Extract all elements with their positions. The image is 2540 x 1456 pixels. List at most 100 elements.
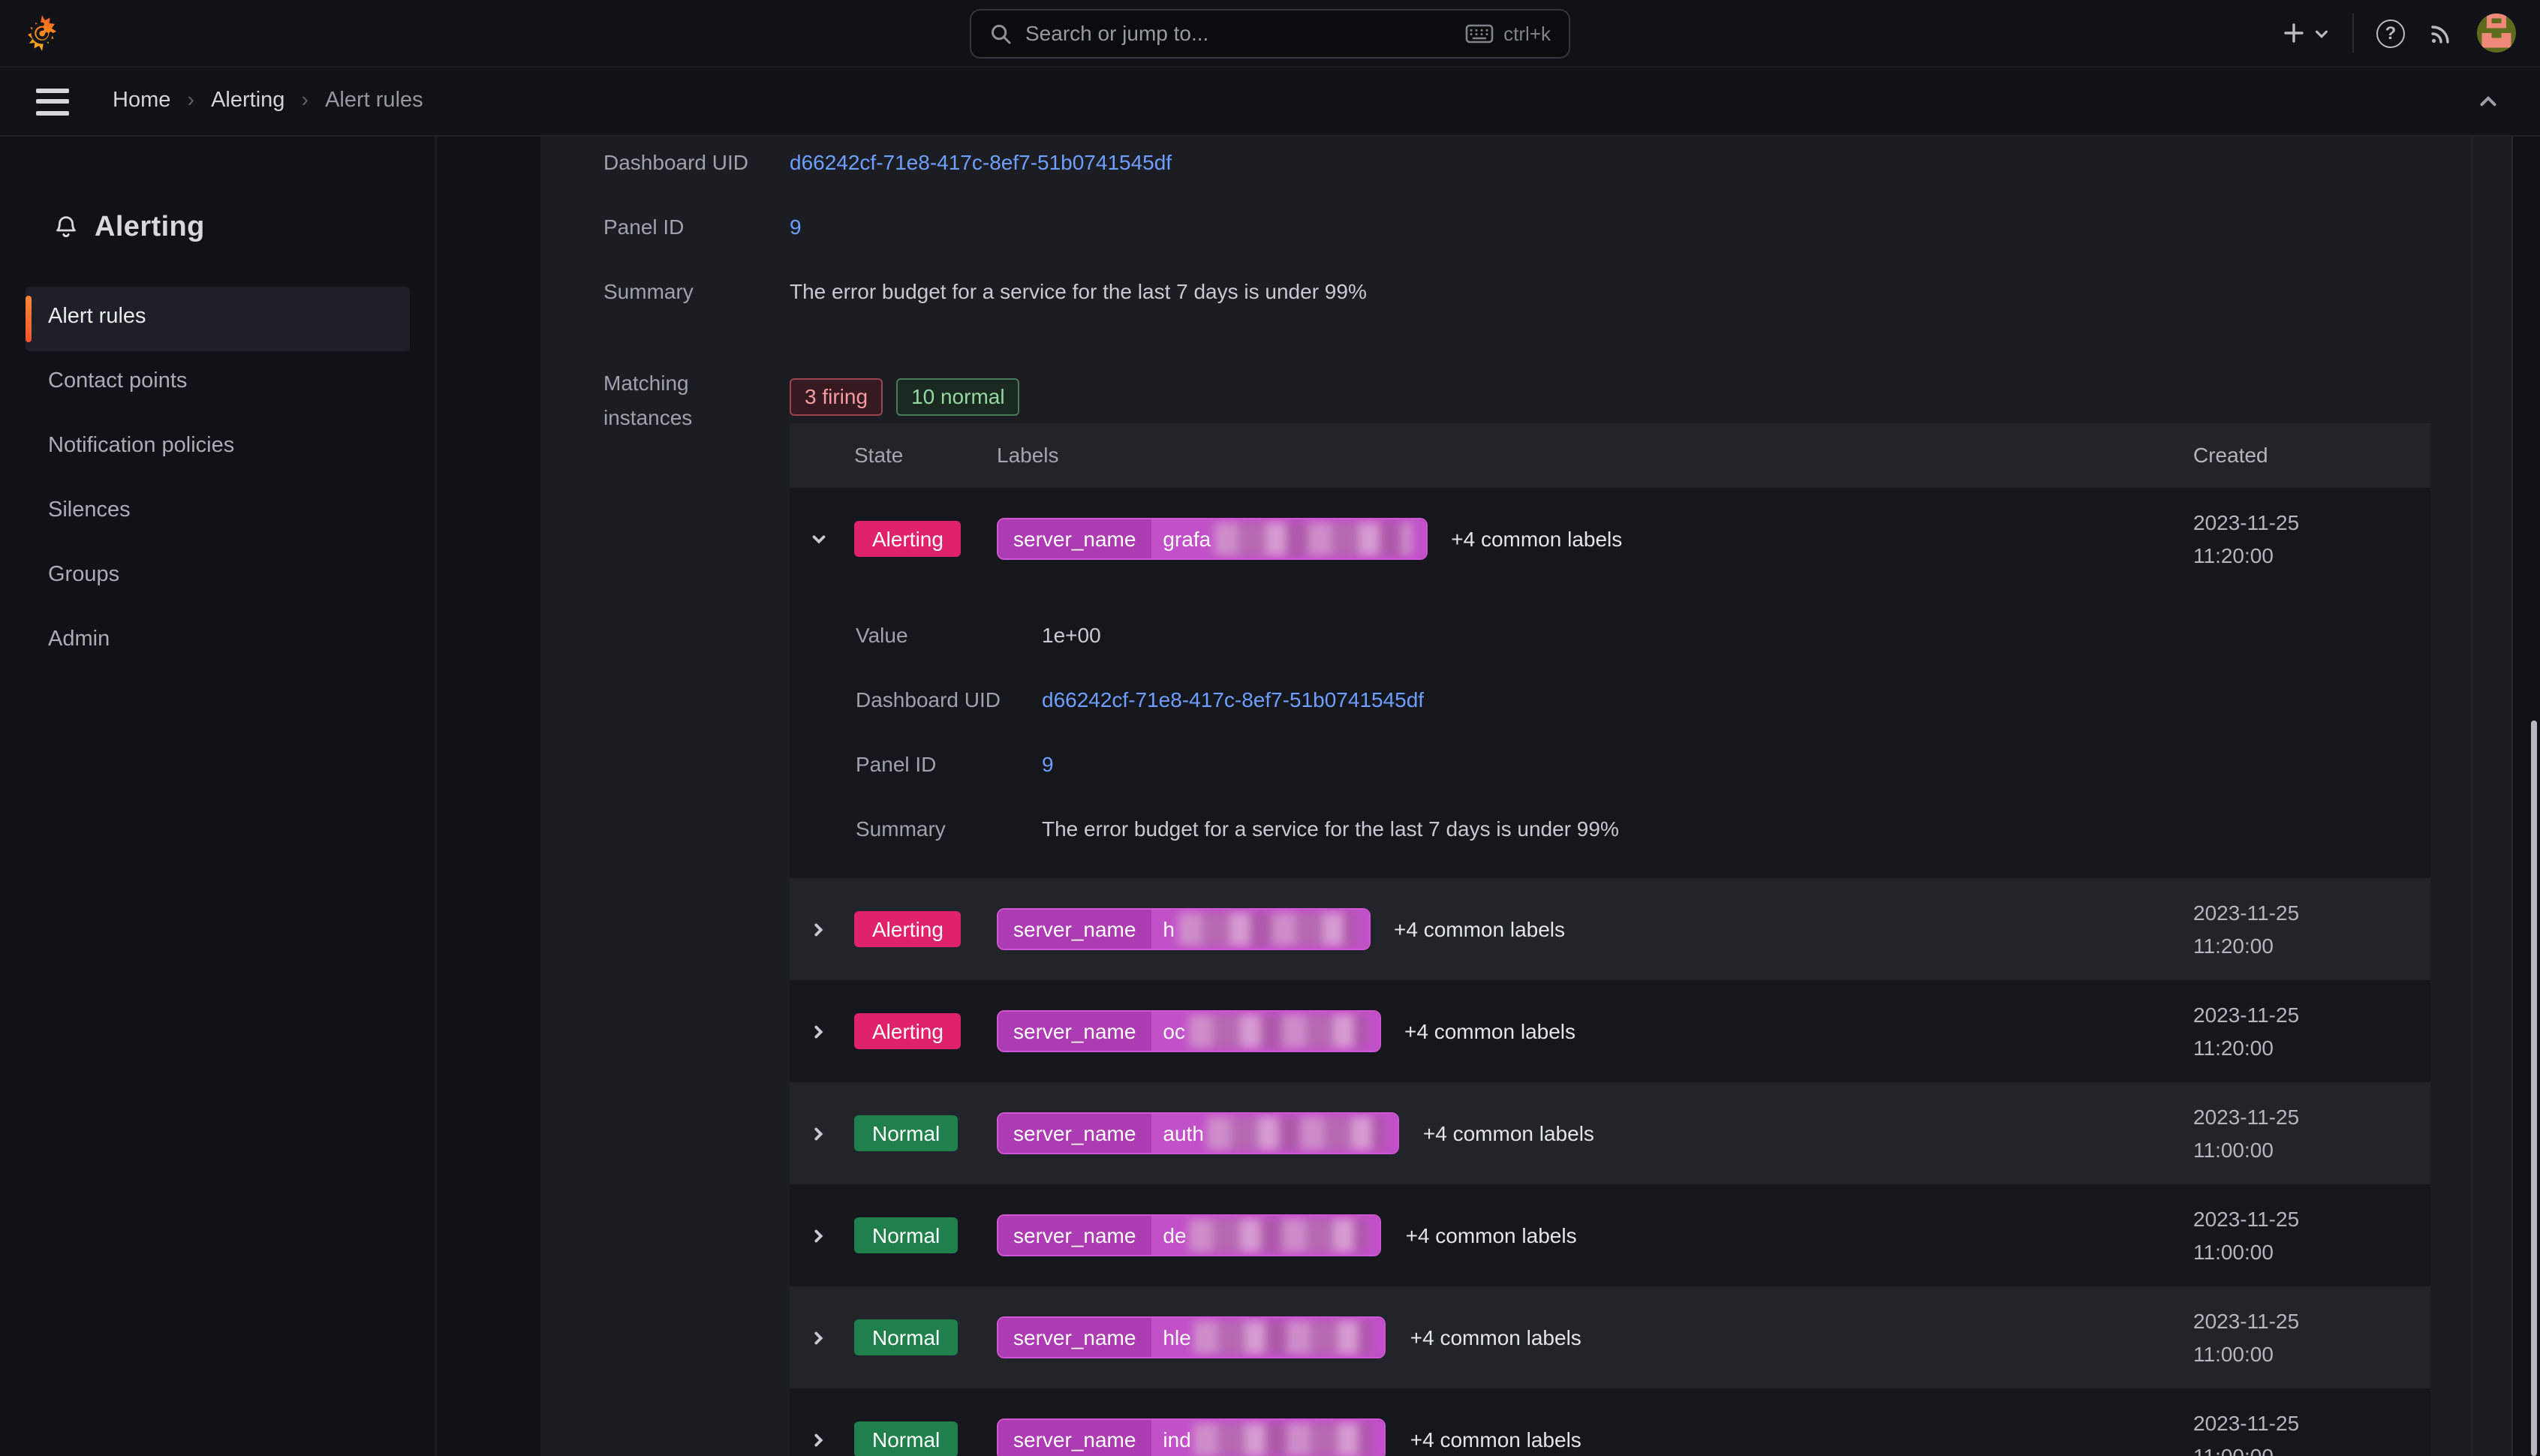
keyboard-icon bbox=[1464, 24, 1493, 44]
instance-row[interactable]: Normal server_name hle +4 common labels … bbox=[790, 1286, 2430, 1388]
field-label: Dashboard UID bbox=[856, 684, 1042, 714]
label-pill: server_name grafa bbox=[997, 518, 1427, 560]
field-row: Dashboard UID d66242cf-71e8-417c-8ef7-51… bbox=[856, 684, 2430, 749]
created-timestamp: 2023-11-2511:00:00 bbox=[2193, 1304, 2430, 1371]
instance-row[interactable]: Normal server_name de +4 common labels 2… bbox=[790, 1184, 2430, 1286]
sidebar-item-silences[interactable]: Silences bbox=[26, 480, 410, 544]
chevron-right-icon[interactable] bbox=[790, 1430, 854, 1449]
top-nav-bar: Search or jump to... ctrl+k bbox=[0, 0, 2540, 68]
breadcrumb: Home › Alerting › Alert rules bbox=[113, 86, 423, 116]
common-labels-text: +4 common labels bbox=[1404, 1017, 1575, 1045]
instances-table: State Labels Created bbox=[790, 423, 2430, 1456]
field-row: Summary The error budget for a service f… bbox=[603, 276, 2511, 341]
label-value: oc bbox=[1151, 1012, 1379, 1051]
sidebar-item-groups[interactable]: Groups bbox=[26, 544, 410, 609]
chevron-up-icon[interactable] bbox=[2477, 90, 2499, 113]
sidebar-item-admin[interactable]: Admin bbox=[26, 609, 410, 673]
sidebar-item-contact-points[interactable]: Contact points bbox=[26, 350, 410, 415]
field-value-link[interactable]: d66242cf-71e8-417c-8ef7-51b0741545df bbox=[790, 147, 2511, 177]
label-pill: server_name hle bbox=[997, 1316, 1386, 1358]
field-label: Panel ID bbox=[603, 212, 790, 242]
sidebar-item-label: Alert rules bbox=[48, 304, 146, 333]
label-key: server_name bbox=[998, 519, 1151, 558]
label-key: server_name bbox=[998, 1318, 1151, 1357]
label-key: server_name bbox=[998, 1012, 1151, 1051]
alerting-sidebar: Alerting Alert rules Contact points Noti… bbox=[0, 137, 437, 1456]
instances-table-body: Alerting server_name grafa bbox=[790, 488, 2430, 1456]
scrollbar-thumb[interactable] bbox=[2531, 720, 2537, 1456]
field-value: 1e+00 bbox=[1042, 620, 2430, 650]
user-avatar[interactable] bbox=[2477, 14, 2516, 53]
redacted-label-value bbox=[1214, 522, 1412, 555]
instance-row[interactable]: Normal server_name ind +4 common labels … bbox=[790, 1388, 2430, 1456]
matching-instances-body: 3 firing 10 normal State Labels Created bbox=[790, 366, 2511, 1456]
scrollbar-track[interactable] bbox=[2514, 137, 2540, 1456]
hamburger-menu-icon[interactable] bbox=[36, 88, 69, 115]
new-button[interactable] bbox=[2282, 21, 2330, 45]
label-pill: server_name h bbox=[997, 908, 1370, 950]
sidebar-item-label: Notification policies bbox=[48, 433, 234, 462]
breadcrumb-current: Alert rules bbox=[325, 86, 423, 116]
instance-row[interactable]: Alerting server_name grafa bbox=[790, 488, 2430, 590]
state-badge: Alerting bbox=[854, 520, 962, 558]
redacted-label-value bbox=[1194, 1321, 1371, 1354]
firing-count-badge: 3 firing bbox=[790, 378, 883, 416]
header-labels: Labels bbox=[997, 441, 2193, 470]
state-badge: Normal bbox=[854, 1319, 958, 1356]
sidebar-item-label: Groups bbox=[48, 562, 119, 591]
header-created: Created bbox=[2193, 439, 2430, 473]
label-value: auth bbox=[1151, 1114, 1398, 1153]
field-value-link[interactable]: 9 bbox=[790, 212, 2511, 242]
created-timestamp: 2023-11-2511:20:00 bbox=[2193, 997, 2430, 1065]
field-value-link[interactable]: 9 bbox=[1042, 749, 2430, 779]
redacted-label-value bbox=[1207, 1117, 1384, 1150]
chevron-right-icon[interactable] bbox=[790, 1021, 854, 1041]
help-icon[interactable]: ? bbox=[2376, 19, 2405, 47]
shortcut-label: ctrl+k bbox=[1503, 20, 1551, 47]
field-label: Panel ID bbox=[856, 749, 1042, 779]
common-labels-text: +4 common labels bbox=[1394, 915, 1565, 943]
field-row: Panel ID 9 bbox=[603, 212, 2511, 276]
chevron-right-icon[interactable] bbox=[790, 1226, 854, 1245]
state-badge: Normal bbox=[854, 1421, 958, 1456]
instances-table-header: State Labels Created bbox=[790, 423, 2430, 488]
created-timestamp: 2023-11-2511:00:00 bbox=[2193, 1406, 2430, 1456]
chevron-right-icon[interactable] bbox=[790, 1124, 854, 1143]
redacted-label-value bbox=[1194, 1423, 1371, 1456]
normal-count-badge: 10 normal bbox=[896, 378, 1020, 416]
label-value: h bbox=[1151, 910, 1368, 949]
rss-news-icon[interactable] bbox=[2427, 20, 2454, 47]
search-placeholder: Search or jump to... bbox=[1025, 20, 1208, 48]
main-content: Dashboard UID d66242cf-71e8-417c-8ef7-51… bbox=[437, 137, 2540, 1456]
panel-inner-border bbox=[2471, 137, 2472, 1456]
chevron-right-icon[interactable] bbox=[790, 1328, 854, 1347]
shortcut-hint: ctrl+k bbox=[1464, 20, 1551, 47]
sidebar-item-label: Contact points bbox=[48, 369, 187, 398]
chevron-down-icon[interactable] bbox=[790, 529, 854, 549]
instance-row[interactable]: Alerting server_name oc +4 common labels… bbox=[790, 980, 2430, 1082]
field-label: Value bbox=[856, 620, 1042, 650]
created-timestamp: 2023-11-2511:00:00 bbox=[2193, 1100, 2430, 1167]
instance-detail-fields: Value 1e+00 Dashboard UID d66242cf-71e8-… bbox=[856, 620, 2430, 878]
chevron-down-icon bbox=[2313, 25, 2330, 41]
label-value: hle bbox=[1151, 1318, 1384, 1357]
sidebar-item-alert-rules[interactable]: Alert rules bbox=[26, 286, 410, 350]
label-key: server_name bbox=[998, 1420, 1151, 1456]
instance-row[interactable]: Normal server_name auth +4 common labels… bbox=[790, 1082, 2430, 1184]
sidebar-item-notification-policies[interactable]: Notification policies bbox=[26, 415, 410, 480]
label-pill: server_name de bbox=[997, 1214, 1382, 1256]
field-value: The error budget for a service for the l… bbox=[790, 276, 2511, 306]
field-value-link[interactable]: d66242cf-71e8-417c-8ef7-51b0741545df bbox=[1042, 684, 2430, 714]
field-label: Summary bbox=[603, 276, 790, 306]
breadcrumb-home[interactable]: Home bbox=[113, 86, 170, 116]
label-pill: server_name ind bbox=[997, 1418, 1386, 1456]
label-key: server_name bbox=[998, 910, 1151, 949]
grafana-logo-icon[interactable] bbox=[23, 14, 62, 53]
divider bbox=[2352, 14, 2354, 53]
breadcrumb-alerting[interactable]: Alerting bbox=[211, 86, 284, 116]
search-input[interactable]: Search or jump to... ctrl+k bbox=[970, 9, 1570, 59]
instance-row[interactable]: Alerting server_name h +4 common labels … bbox=[790, 878, 2430, 980]
chevron-right-icon[interactable] bbox=[790, 919, 854, 939]
field-row: Value 1e+00 bbox=[856, 620, 2430, 684]
search-icon bbox=[989, 23, 1012, 45]
